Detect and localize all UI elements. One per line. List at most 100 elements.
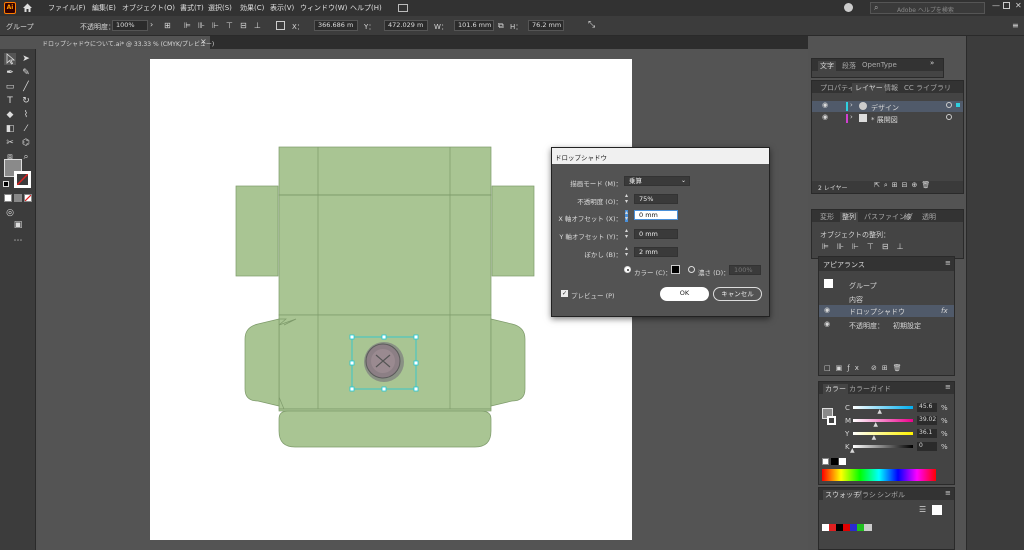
tab-transform[interactable]: 変形 [820,212,834,222]
effect-name[interactable]: ドロップシャドウ [849,307,905,317]
eyedropper-tool-icon[interactable]: ⁄ [20,123,32,135]
slider-handle-icon[interactable]: ▲ [877,408,882,415]
layer-name[interactable]: デザイン [871,103,899,113]
layer-row[interactable]: ◉ › * 展開図 [812,113,963,124]
layer-row[interactable]: ◉ › デザイン [812,101,963,112]
blur-stepper-icon[interactable]: ▴ ▾ [625,246,628,258]
expand-icon[interactable]: › [850,113,853,121]
pencil-tool-icon[interactable]: ✎ [20,67,32,79]
transform-icon[interactable]: ⤡ [588,20,595,30]
menu-type[interactable]: 書式(T) [180,3,204,13]
color-radio[interactable] [624,266,631,273]
layer-actions-icon[interactable]: ⇱⌕⊞⊟⊕🗑 [874,181,934,190]
align-right-icon[interactable]: ⊩ [212,21,219,30]
align-to-icon[interactable]: ⊞ [164,21,171,30]
dialog-titlebar[interactable]: ドロップシャドウ [552,148,769,164]
type-tool-icon[interactable]: T [4,95,16,107]
channel-value[interactable]: 36.1 [917,429,937,438]
appearance-effect-row[interactable]: ◉ ドロップシャドウ fx [819,305,954,317]
channel-slider[interactable] [853,406,913,409]
y-field[interactable]: 472.029 m [384,20,428,31]
color-spectrum[interactable] [822,469,936,481]
reference-point-icon[interactable] [276,21,285,30]
black-swatch[interactable] [831,458,838,465]
more-tools-icon[interactable]: ⋯ [12,235,24,247]
tab-opentype[interactable]: OpenType [862,61,897,69]
chevron-right-icon[interactable]: › [150,20,153,29]
y-offset-input[interactable]: 0 mm [634,229,678,239]
rotate-tool-icon[interactable]: ↻ [20,95,32,107]
pen-tool-icon[interactable]: ✒ [4,67,16,79]
channel-value[interactable]: 0 [917,442,937,451]
color-channel-row[interactable]: K ▲ 0% [845,441,953,454]
tab-stroke[interactable]: 線 [904,212,911,222]
color-mode-icon[interactable] [4,194,12,202]
tab-brushes[interactable]: ブラシ [855,490,876,500]
rectangle-tool-icon[interactable]: ▭ [4,81,16,93]
y-offset-stepper-icon[interactable]: ▴ ▾ [625,228,628,240]
menu-object[interactable]: オブジェクト(O) [122,3,175,13]
target-icon[interactable] [946,114,952,120]
grid-view-icon[interactable] [932,505,942,515]
maximize-icon[interactable] [1003,2,1010,9]
panel-menu-icon[interactable]: ≡ [1012,21,1019,30]
visibility-icon[interactable]: ◉ [822,113,828,121]
visibility-icon[interactable]: ◉ [824,306,830,314]
tab-color[interactable]: カラー [823,384,848,394]
x-offset-stepper-icon[interactable]: ▴ ▾ [625,210,629,222]
x-field[interactable]: 366.686 m [314,20,358,31]
menu-help[interactable]: ヘルプ(H) [350,3,382,13]
selection-tool-icon[interactable] [4,53,16,65]
align-center-icon[interactable]: ⊪ [198,21,205,30]
slider-handle-icon[interactable]: ▲ [873,421,878,428]
tab-close-icon[interactable]: × [200,37,207,46]
menu-window[interactable]: ウィンドウ(W) [300,3,347,13]
menu-effect[interactable]: 効果(C) [240,3,264,13]
link-icon[interactable]: ⧉ [498,21,504,31]
w-field[interactable]: 101.6 mm [454,20,494,31]
menu-select[interactable]: 選択(S) [208,3,232,13]
swatch-row[interactable] [822,524,872,531]
appearance-actions-icon[interactable]: □▣ƒx ⊘⊞🗑 [824,364,907,372]
panel-menu-icon[interactable]: ≡ [945,259,951,267]
visibility-icon[interactable]: ◉ [824,320,830,328]
list-view-icon[interactable]: ☰ [919,505,926,514]
tab-symbols[interactable]: シンボル [877,490,905,500]
close-icon[interactable]: ✕ [1015,1,1022,10]
cancel-button[interactable]: キャンセル [713,287,762,301]
gradient-tool-icon[interactable]: ◧ [4,123,16,135]
visibility-icon[interactable]: ◉ [822,101,828,109]
align-left-icon[interactable]: ⊫ [184,21,191,30]
minimize-icon[interactable]: — [992,1,1000,10]
tab-paragraph[interactable]: 段落 [842,61,856,71]
expand-icon[interactable]: › [850,101,853,109]
default-colors-icon[interactable] [3,181,9,187]
darkness-radio[interactable] [688,266,695,273]
channel-slider[interactable] [853,432,913,435]
screen-mode-icon[interactable]: ▣ [12,219,24,231]
stroke-swatch[interactable] [14,171,31,188]
document-tab[interactable]: ドロップシャドウについて.ai* @ 33.33 % (CMYK/プレビュー) … [38,36,214,49]
menu-edit[interactable]: 編集(E) [92,3,116,13]
channel-slider[interactable] [853,419,913,422]
tab-character[interactable]: 文字 [818,61,836,71]
ok-button[interactable]: OK [660,287,709,301]
blur-input[interactable]: 2 mm [634,247,678,257]
search-box[interactable]: ⌕ Adobe ヘルプを検索 [870,2,985,14]
tab-info[interactable]: 情報 [884,83,898,93]
collapse-icon[interactable]: » [930,59,934,67]
align-middle-icon[interactable]: ⊟ [240,21,247,30]
slider-handle-icon[interactable]: ▲ [872,434,877,441]
preview-checkbox[interactable]: ✓ [561,290,568,297]
channel-value[interactable]: 39.02 [917,416,937,425]
appearance-content[interactable]: 内容 [849,295,863,305]
channel-slider[interactable] [853,445,913,448]
stroke-swatch[interactable] [827,416,836,425]
blend-tool-icon[interactable]: ⌬ [20,137,32,149]
panel-menu-icon[interactable]: ≡ [945,383,951,391]
color-channel-row[interactable]: Y ▲ 36.1% [845,428,953,441]
align-buttons-icon[interactable]: ⊫⊪⊩⊤⊟⊥ [822,242,912,251]
tab-layers[interactable]: レイヤー [852,83,886,93]
none-swatch[interactable] [822,458,829,465]
slider-handle-icon[interactable]: ▲ [850,447,855,454]
